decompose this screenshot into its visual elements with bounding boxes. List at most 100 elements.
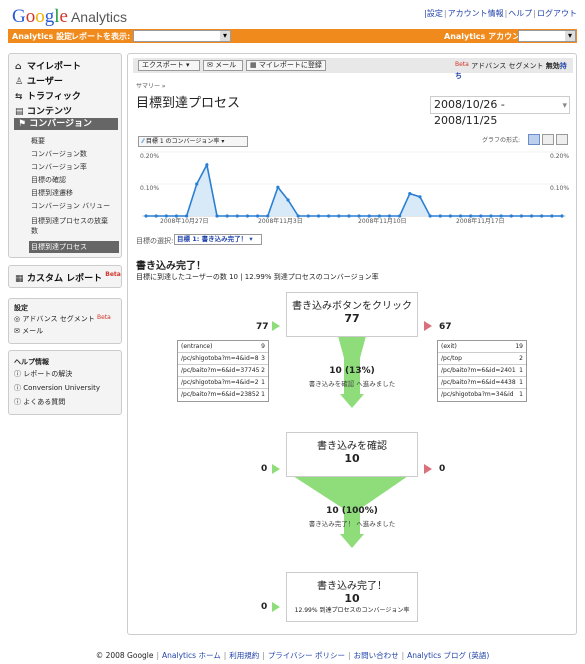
chart-point[interactable] xyxy=(509,214,513,218)
y-tick-label-right: 0.10% xyxy=(550,185,569,192)
exit-path[interactable]: /pc/shigotoba?m=34&id xyxy=(441,391,514,398)
x-tick-label: 2008年11月10日 xyxy=(358,217,407,225)
chart-point[interactable] xyxy=(154,214,158,218)
chart-point[interactable] xyxy=(529,214,534,218)
exit-count: 1 xyxy=(519,379,523,386)
funnel-drop-label-1: 書き込みを確認 へ進みました xyxy=(308,380,396,388)
exit-row: /pc/baito?m=6&id=2401 1 xyxy=(438,365,526,377)
entrance-row: /pc/shigotoba?m=4&id=2 1 xyxy=(178,377,268,389)
settings-title: 設定 xyxy=(14,304,28,312)
footer-link-privacy[interactable]: プライバシー ポリシー xyxy=(268,651,345,660)
add-to-my-reports-button[interactable]: ▦ マイレポートに登録 xyxy=(246,60,326,71)
sub-item-funnel-abandonment[interactable]: 目標到達プロセスの放棄 xyxy=(31,216,108,226)
chart-point[interactable] xyxy=(337,214,341,218)
chart-point[interactable] xyxy=(235,214,239,218)
entrance-path[interactable]: /pc/baito?m=6&id=37745 xyxy=(181,367,259,374)
footer-link-contact[interactable]: お問い合わせ xyxy=(354,651,399,660)
sub-item-conversion-rate[interactable]: コンバージョン率 xyxy=(31,162,87,172)
custom-report-panel: ▦ カスタム レポート Beta xyxy=(8,265,122,288)
entrance-path[interactable]: /pc/baito?m=6&id=23852 xyxy=(181,391,259,398)
chart-point[interactable] xyxy=(205,163,209,167)
sidebar-item-content[interactable]: ▤ コンテンツ xyxy=(15,104,72,117)
chart-point[interactable] xyxy=(418,195,422,199)
chart-point[interactable] xyxy=(225,214,229,218)
chart-point[interactable] xyxy=(408,192,412,196)
help-icon: ⓘ xyxy=(14,370,24,378)
chart-point[interactable] xyxy=(519,214,524,218)
date-range-selector[interactable]: 2008/10/26 - 2008/11/25 xyxy=(430,96,570,127)
footer-link-terms[interactable]: 利用規約 xyxy=(229,651,259,660)
chart-point[interactable] xyxy=(327,214,331,218)
y-tick-label-right: 0.20% xyxy=(550,153,569,160)
custom-report-link[interactable]: ▦ カスタム レポート Beta xyxy=(15,271,121,284)
chart-point[interactable] xyxy=(540,214,544,218)
chart-point[interactable] xyxy=(550,214,554,218)
settings-link[interactable]: |設定 xyxy=(424,9,443,18)
advanced-segment-status: Beta アドバンス セグメント 無効持ち xyxy=(455,61,567,80)
chart-point[interactable] xyxy=(144,214,148,218)
account-select[interactable] xyxy=(518,30,576,42)
sidebar-item-my-reports[interactable]: ⌂ マイレポート xyxy=(15,59,81,72)
entrance-row: (entrance) 9 xyxy=(178,341,268,353)
help-link-resolve[interactable]: ⓘ レポートの解決 xyxy=(14,369,72,379)
chart-point[interactable] xyxy=(560,214,564,218)
chart-point[interactable] xyxy=(438,214,442,218)
email-settings-link[interactable]: ✉ メール xyxy=(14,326,43,336)
sub-item-goal-transition[interactable]: 目標到達遷移 xyxy=(31,188,73,198)
chart-point[interactable] xyxy=(276,185,280,189)
account-info-link[interactable]: アカウント情報 xyxy=(448,9,504,18)
entrance-row: /pc/baito?m=6&id=37745 2 xyxy=(178,365,268,377)
help-link-conversion-university[interactable]: ⓘ Conversion University xyxy=(14,383,100,393)
exit-path[interactable]: /pc/top xyxy=(441,355,462,362)
x-tick-label: 2008年11月3日 xyxy=(258,217,303,225)
exit-path[interactable]: (exit) xyxy=(441,343,457,350)
view-report-label: レポートを表示: xyxy=(71,32,131,41)
export-button[interactable]: エクスポート ▾ xyxy=(138,60,200,71)
entrance-path[interactable]: (entrance) xyxy=(181,343,212,350)
breadcrumb[interactable]: サマリー » xyxy=(136,81,166,90)
help-link-faq[interactable]: ⓘ よくある質問 xyxy=(14,397,65,407)
report-select[interactable] xyxy=(133,30,231,42)
chart-point[interactable] xyxy=(347,214,351,218)
sub-item-overview[interactable]: 概要 xyxy=(31,136,45,146)
footer-link-blog[interactable]: Analytics ブログ (英語) xyxy=(407,651,489,660)
entrance-path[interactable]: /pc/shigotoba?m=4&id=2 xyxy=(181,379,259,386)
exit-arrow-1 xyxy=(424,321,432,331)
entrance-count: 2 xyxy=(261,367,265,374)
exit-row: (exit) 19 xyxy=(438,341,526,353)
exit-count: 1 xyxy=(519,367,523,374)
logout-link[interactable]: ログアウト xyxy=(537,9,577,18)
chart-point[interactable] xyxy=(306,214,310,218)
google-analytics-logo[interactable]: Google Analytics xyxy=(12,6,127,28)
goal-select[interactable]: 目標 1: 書き込み完了！ ▾ xyxy=(174,234,262,245)
advanced-segment-link[interactable]: ◎ アドバンス セグメント Beta xyxy=(14,314,111,324)
funnel-step-title: 書き込みを確認 xyxy=(317,441,387,452)
sub-item-conversion-value[interactable]: コンバージョン バリュー xyxy=(31,201,110,211)
chart-point[interactable] xyxy=(195,182,199,186)
sidebar-item-traffic[interactable]: ⇆ トラフィック xyxy=(15,89,81,102)
exit-row: /pc/top 2 xyxy=(438,353,526,365)
y-tick-label: 0.20% xyxy=(140,153,159,160)
chart-point[interactable] xyxy=(316,214,321,218)
chart-point[interactable] xyxy=(448,214,452,218)
email-button[interactable]: ✉ メール xyxy=(203,60,243,71)
sub-item-conversions[interactable]: コンバージョン数 xyxy=(31,149,87,159)
chart-point[interactable] xyxy=(286,198,290,202)
chart-point[interactable] xyxy=(428,214,432,218)
sidebar-item-conversion[interactable]: ⚑ コンバージョン xyxy=(14,118,118,130)
sub-item-funnel[interactable]: 目標到達プロセス xyxy=(29,241,119,253)
chart-point[interactable] xyxy=(245,214,250,218)
help-link[interactable]: ヘルプ xyxy=(508,9,532,18)
chart-point[interactable] xyxy=(215,214,219,218)
exit-path[interactable]: /pc/baito?m=6&id=4438 xyxy=(441,379,516,386)
funnel-step-2: 書き込みを確認 10 xyxy=(286,432,418,477)
help-panel: ヘルプ情報 ⓘ レポートの解決 ⓘ Conversion University … xyxy=(8,350,122,415)
funnel-step-note: 12.99% 到達プロセスのコンバージョン率 xyxy=(294,607,410,614)
sidebar-item-users[interactable]: ♙ ユーザー xyxy=(15,74,63,87)
entrance-path[interactable]: /pc/shigotoba?m=4&id=8 xyxy=(181,355,259,362)
settings-panel: 設定 ◎ アドバンス セグメント Beta ✉ メール xyxy=(8,298,122,344)
exit-path[interactable]: /pc/baito?m=6&id=2401 xyxy=(441,367,516,374)
report-icon: ▦ xyxy=(250,61,259,69)
sub-item-goal-check[interactable]: 目標の確認 xyxy=(31,175,66,185)
footer-link-home[interactable]: Analytics ホーム xyxy=(162,651,221,660)
